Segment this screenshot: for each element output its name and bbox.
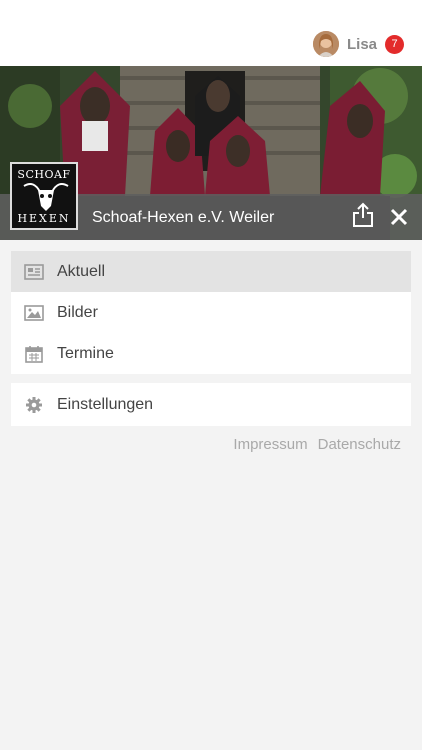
menu-item-label: Termine	[57, 344, 114, 362]
footer-links: Impressum Datenschutz	[233, 436, 401, 453]
newspaper-icon	[24, 262, 44, 282]
header-image: SCHOAF HEXEN Schoaf-Hexen e.V. Weiler	[0, 66, 422, 240]
notification-badge[interactable]: 7	[385, 34, 404, 54]
settings-menu: Einstellungen	[11, 383, 411, 426]
avatar[interactable]	[312, 31, 339, 57]
impressum-link[interactable]: Impressum	[233, 436, 307, 453]
menu-item-label: Einstellungen	[57, 395, 154, 413]
main-menu: Aktuell Bilder Termine	[11, 251, 411, 374]
calendar-icon	[24, 344, 44, 364]
close-icon[interactable]	[389, 207, 409, 227]
goat-skull-icon	[23, 183, 69, 211]
datenschutz-link[interactable]: Datenschutz	[318, 436, 401, 453]
menu-item-aktuell[interactable]: Aktuell	[11, 251, 411, 292]
menu-item-label: Bilder	[57, 303, 98, 321]
close-button[interactable]	[386, 204, 412, 230]
image-icon	[24, 303, 44, 323]
menu-item-label: Aktuell	[57, 262, 106, 280]
logo-text-bottom: HEXEN	[17, 212, 71, 225]
logo-text-top: SCHOAF	[17, 168, 71, 181]
share-button[interactable]	[350, 200, 376, 230]
menu-item-bilder[interactable]: Bilder	[11, 292, 411, 333]
club-logo: SCHOAF HEXEN	[10, 162, 78, 230]
menu-item-einstellungen[interactable]: Einstellungen	[11, 383, 411, 426]
menu-item-termine[interactable]: Termine	[11, 333, 411, 374]
user-profile[interactable]: Lisa 7	[312, 30, 404, 58]
club-title: Schoaf-Hexen e.V. Weiler	[92, 209, 275, 226]
top-bar: Lisa 7	[0, 0, 422, 66]
user-name[interactable]: Lisa	[347, 36, 377, 53]
gear-icon	[24, 395, 44, 415]
share-icon[interactable]	[352, 202, 374, 228]
